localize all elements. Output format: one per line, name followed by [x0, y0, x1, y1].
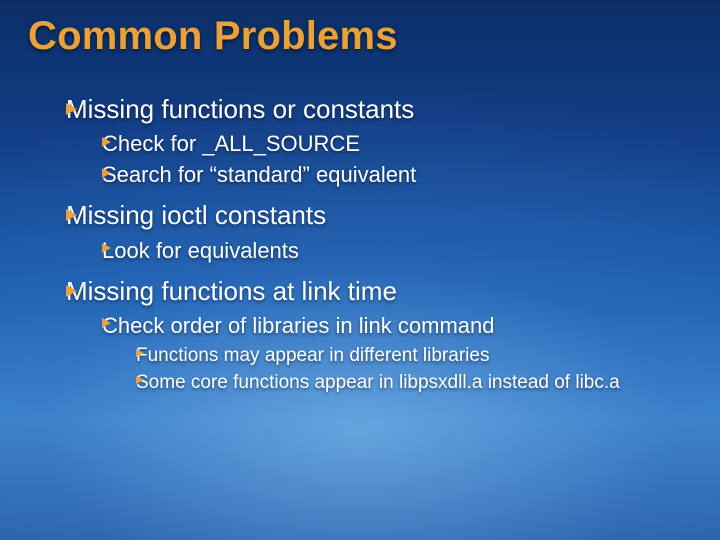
list-item: Look for equivalents: [102, 236, 692, 265]
bullet-list-l2: Check for _ALL_SOURCE Search for “standa…: [66, 129, 692, 189]
list-item: Missing functions at link time Check ord…: [66, 275, 692, 395]
bullet-text: Search for “standard” equivalent: [102, 162, 416, 187]
bullet-arrow-icon: [102, 168, 111, 178]
bullet-list-l2: Look for equivalents: [66, 236, 692, 265]
bullet-list-l2: Check order of libraries in link command…: [66, 311, 692, 395]
bullet-text: Some core functions appear in libpsxdll.…: [136, 372, 620, 393]
bullet-arrow-icon: [66, 103, 77, 115]
bullet-arrow-icon: [136, 376, 144, 384]
bullet-list-l3: Functions may appear in different librar…: [102, 343, 692, 395]
bullet-text: Check order of libraries in link command: [102, 313, 495, 338]
bullet-arrow-icon: [136, 349, 144, 357]
bullet-text: Functions may appear in different librar…: [136, 345, 489, 366]
bullet-text: Missing ioctl constants: [66, 200, 326, 230]
list-item: Check order of libraries in link command…: [102, 311, 692, 395]
bullet-text: Look for equivalents: [102, 238, 299, 263]
bullet-text: Missing functions at link time: [66, 276, 397, 306]
list-item: Check for _ALL_SOURCE: [102, 129, 692, 158]
slide-title: Common Problems: [28, 14, 692, 59]
bullet-list-l1: Missing functions or constants Check for…: [28, 93, 692, 395]
bullet-arrow-icon: [66, 285, 77, 297]
list-item: Missing ioctl constants Look for equival…: [66, 199, 692, 264]
list-item: Functions may appear in different librar…: [136, 343, 692, 368]
slide: Common Problems Missing functions or con…: [0, 0, 720, 540]
bullet-arrow-icon: [102, 137, 111, 147]
bullet-arrow-icon: [66, 209, 77, 221]
bullet-text: Missing functions or constants: [66, 94, 414, 124]
list-item: Search for “standard” equivalent: [102, 160, 692, 189]
list-item: Missing functions or constants Check for…: [66, 93, 692, 189]
bullet-arrow-icon: [102, 318, 111, 328]
list-item: Some core functions appear in libpsxdll.…: [136, 370, 692, 395]
bullet-arrow-icon: [102, 243, 111, 253]
bullet-text: Check for _ALL_SOURCE: [102, 131, 360, 156]
